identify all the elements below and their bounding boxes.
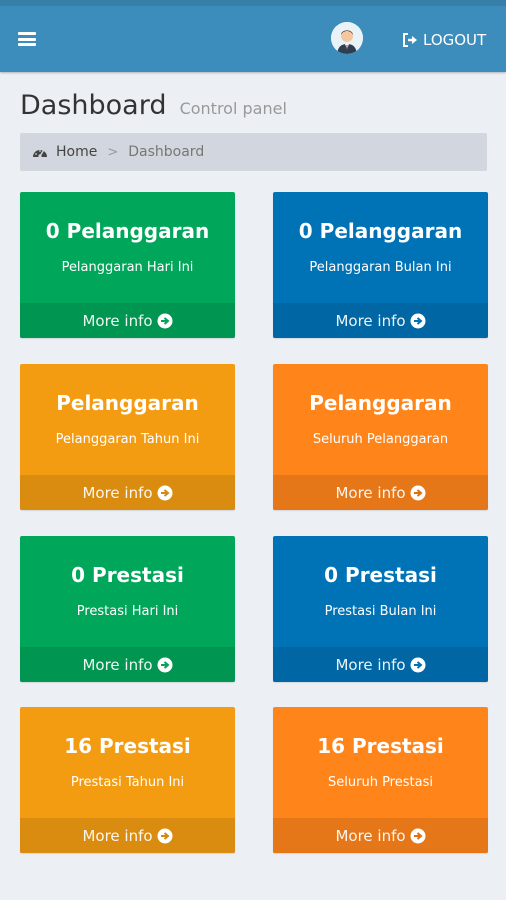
box-subtitle: Prestasi Hari Ini (76, 604, 179, 619)
box-subtitle: Pelanggaran Bulan Ini (309, 260, 452, 275)
info-box-pelanggaran-tahun-ini: Pelanggaran Pelanggaran Tahun Ini More i… (20, 364, 235, 510)
more-info-label: More info (335, 655, 406, 674)
user-avatar[interactable] (331, 22, 363, 54)
logout-label: LOGOUT (423, 31, 487, 49)
page-title: Dashboard (20, 90, 167, 121)
page-subtitle: Control panel (179, 99, 287, 118)
more-info-link[interactable]: More info (20, 303, 235, 338)
box-title: 0 Prestasi (324, 563, 437, 587)
more-info-label: More info (335, 311, 406, 330)
content-header: Dashboard Control panel (20, 90, 287, 121)
box-subtitle: Prestasi Tahun Ini (70, 775, 185, 790)
box-title: 0 Pelanggaran (45, 219, 210, 243)
breadcrumb: Home > Dashboard (20, 133, 487, 171)
box-title: 0 Pelanggaran (298, 219, 463, 243)
dashboard-gauge-icon (33, 150, 47, 158)
more-info-label: More info (82, 826, 153, 845)
info-box-pelanggaran-bulan-ini: 0 Pelanggaran Pelanggaran Bulan Ini More… (273, 192, 488, 338)
info-box-prestasi-bulan-ini: 0 Prestasi Prestasi Bulan Ini More info (273, 536, 488, 682)
more-info-link[interactable]: More info (273, 647, 488, 682)
box-title: Pelanggaran (56, 391, 199, 415)
info-box-seluruh-prestasi: 16 Prestasi Seluruh Prestasi More info (273, 707, 488, 853)
info-box-prestasi-hari-ini: 0 Prestasi Prestasi Hari Ini More info (20, 536, 235, 682)
top-navbar: LOGOUT (0, 0, 506, 72)
more-info-label: More info (82, 655, 153, 674)
more-info-link[interactable]: More info (20, 647, 235, 682)
box-subtitle: Pelanggaran Tahun Ini (55, 432, 200, 447)
sign-out-icon (403, 33, 417, 47)
box-subtitle: Pelanggaran Hari Ini (61, 260, 194, 275)
box-subtitle: Prestasi Bulan Ini (324, 604, 437, 619)
more-info-label: More info (335, 826, 406, 845)
arrow-circle-right-icon (410, 485, 426, 500)
arrow-circle-right-icon (157, 828, 173, 843)
arrow-circle-right-icon (410, 313, 426, 328)
menu-toggle-icon[interactable] (18, 32, 36, 46)
more-info-link[interactable]: More info (20, 475, 235, 510)
breadcrumb-separator: > (107, 144, 119, 160)
more-info-label: More info (335, 483, 406, 502)
box-title: Pelanggaran (309, 391, 452, 415)
breadcrumb-current: Dashboard (128, 144, 205, 160)
arrow-circle-right-icon (157, 485, 173, 500)
more-info-link[interactable]: More info (273, 303, 488, 338)
arrow-circle-right-icon (410, 657, 426, 672)
more-info-label: More info (82, 311, 153, 330)
box-title: 0 Prestasi (71, 563, 184, 587)
more-info-link[interactable]: More info (273, 475, 488, 510)
info-box-seluruh-pelanggaran: Pelanggaran Seluruh Pelanggaran More inf… (273, 364, 488, 510)
navbar-top-stripe (0, 0, 506, 6)
breadcrumb-home-link[interactable]: Home (56, 144, 97, 160)
box-subtitle: Seluruh Pelanggaran (312, 432, 449, 447)
box-subtitle: Seluruh Prestasi (328, 775, 433, 790)
arrow-circle-right-icon (157, 313, 173, 328)
info-box-prestasi-tahun-ini: 16 Prestasi Prestasi Tahun Ini More info (20, 707, 235, 853)
more-info-link[interactable]: More info (20, 818, 235, 853)
logout-button[interactable]: LOGOUT (402, 30, 486, 50)
arrow-circle-right-icon (410, 828, 426, 843)
arrow-circle-right-icon (157, 657, 173, 672)
more-info-label: More info (82, 483, 153, 502)
more-info-link[interactable]: More info (273, 818, 488, 853)
box-title: 16 Prestasi (317, 734, 444, 758)
box-title: 16 Prestasi (64, 734, 191, 758)
info-box-pelanggaran-hari-ini: 0 Pelanggaran Pelanggaran Hari Ini More … (20, 192, 235, 338)
